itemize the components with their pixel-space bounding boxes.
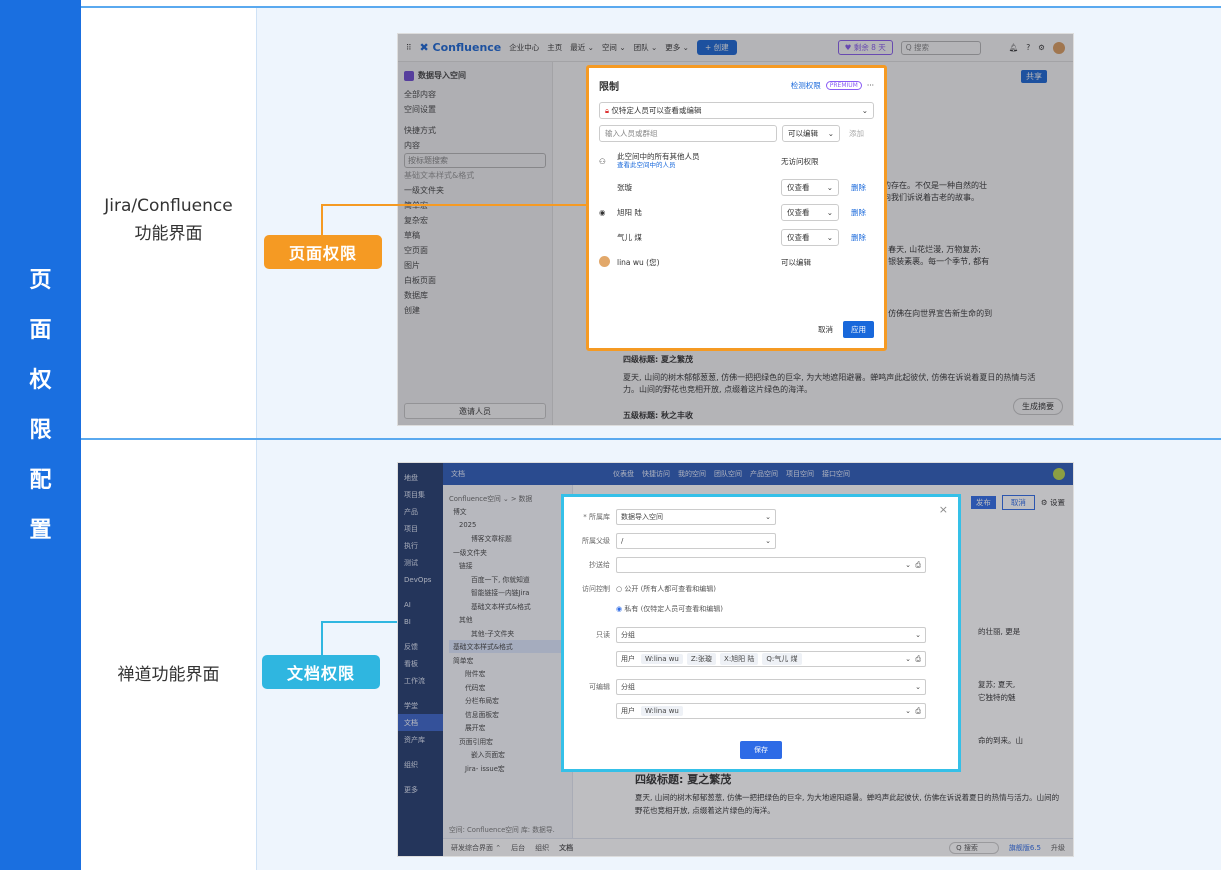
field-label: 访问控制 <box>582 585 610 593</box>
radio-private[interactable]: ◉ 私有 (仅特定人员可查看和编辑) <box>616 604 723 614</box>
editable-user-select[interactable]: 用户 W:lina wu ⌄ ⎙ <box>616 703 926 719</box>
field-label: 只读 <box>596 631 610 639</box>
form-row: 用户 W:lina wu Z:张璇 X:旭阳 陆 Q:气儿 煤 ⌄ ⎙ <box>578 649 944 669</box>
form-row: 用户 W:lina wu ⌄ ⎙ <box>578 701 944 721</box>
form-row: 只读 分组 ⌄ <box>578 625 944 645</box>
form-row: ◉ 私有 (仅特定人员可查看和编辑) <box>578 599 944 619</box>
save-row: 保存 <box>578 741 944 759</box>
form-row: 抄送给 ⌄ ⎙ <box>578 555 944 575</box>
field-sublabel: 用户 <box>621 707 635 715</box>
user-chip[interactable]: X:旭阳 陆 <box>720 653 759 665</box>
chevron-down-icon: ⌄ ⎙ <box>905 654 921 663</box>
doc-permission-dialog: × * 所属库 数据导入空间 ⌄ 所属父级 / ⌄ 抄送给 ⌄ ⎙ 访问控制 ○ 公… <box>561 494 961 772</box>
chevron-down-icon: ⌄ ⎙ <box>905 706 921 715</box>
form-row: * 所属库 数据导入空间 ⌄ <box>578 507 944 527</box>
form-row: 访问控制 ○ 公开 (所有人都可查看和编辑) <box>578 579 944 599</box>
field-label: 抄送给 <box>589 561 610 569</box>
user-chip[interactable]: Q:气儿 煤 <box>762 653 802 665</box>
field-label: * 所属库 <box>583 513 610 521</box>
cc-select[interactable]: ⌄ ⎙ <box>616 557 926 573</box>
chevron-down-icon: ⌄ <box>765 513 771 521</box>
field-sublabel: 用户 <box>621 655 635 663</box>
readonly-group-select[interactable]: 分组 ⌄ <box>616 627 926 643</box>
radio-label: 公开 (所有人都可查看和编辑) <box>624 585 717 593</box>
field-value: / <box>621 537 624 545</box>
form-row: 所属父级 / ⌄ <box>578 531 944 551</box>
form-row: 可编辑 分组 ⌄ <box>578 677 944 697</box>
field-sublabel: 分组 <box>621 631 635 639</box>
user-chip[interactable]: W:lina wu <box>641 706 683 716</box>
parent-select[interactable]: / ⌄ <box>616 533 776 549</box>
editable-group-select[interactable]: 分组 ⌄ <box>616 679 926 695</box>
library-select[interactable]: 数据导入空间 ⌄ <box>616 509 776 525</box>
field-value: 数据导入空间 <box>621 513 663 521</box>
page-permission-tag: 页面权限 <box>264 235 382 269</box>
radio-label: 私有 (仅特定人员可查看和编辑) <box>624 605 724 613</box>
chevron-down-icon: ⌄ ⎙ <box>905 560 921 569</box>
save-button[interactable]: 保存 <box>740 741 782 759</box>
field-sublabel: 分组 <box>621 683 635 691</box>
radio-public[interactable]: ○ 公开 (所有人都可查看和编辑) <box>616 584 716 594</box>
slide: 页 面 权 限 配 置 Jira/Confluence 功能界面 禅道功能界面 … <box>0 0 1221 870</box>
chevron-down-icon: ⌄ <box>915 683 921 691</box>
chevron-down-icon: ⌄ <box>765 537 771 545</box>
close-icon[interactable]: × <box>939 503 948 516</box>
field-label: 可编辑 <box>589 683 610 691</box>
field-label: 所属父级 <box>582 537 610 545</box>
user-chip[interactable]: Z:张璇 <box>686 653 717 665</box>
doc-permission-tag: 文档权限 <box>262 655 380 689</box>
user-chip[interactable]: W:lina wu <box>641 654 683 664</box>
chevron-down-icon: ⌄ <box>915 631 921 639</box>
readonly-user-select[interactable]: 用户 W:lina wu Z:张璇 X:旭阳 陆 Q:气儿 煤 ⌄ ⎙ <box>616 651 926 667</box>
